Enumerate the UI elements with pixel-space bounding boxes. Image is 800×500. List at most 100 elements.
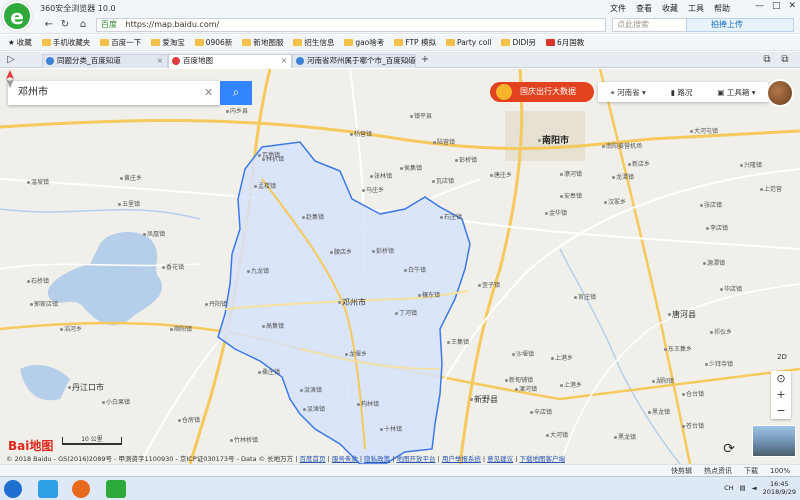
tab-close-icon[interactable]: ×	[157, 55, 163, 67]
network-icon[interactable]: ▤	[740, 484, 746, 492]
place-label[interactable]: 丁河镇	[395, 308, 417, 317]
place-label[interactable]: 上港乡	[551, 353, 573, 362]
browser-logo-icon[interactable]: e	[2, 1, 32, 31]
start-button[interactable]	[4, 480, 22, 498]
place-label[interactable]: 九龙镇	[247, 266, 269, 275]
bookmark-item[interactable]: 0906新	[194, 37, 232, 48]
place-label[interactable]: 金华镇	[545, 208, 567, 217]
place-label[interactable]: 南阳姜营机场	[602, 141, 642, 150]
cloud-upload-button[interactable]: 拍捧上传	[686, 18, 794, 32]
locate-icon[interactable]: ⊙	[771, 371, 791, 387]
place-label[interactable]: 唐河县	[668, 309, 696, 320]
place-label[interactable]: 潦河镇	[560, 169, 582, 178]
volume-icon[interactable]: ◄	[752, 484, 757, 492]
place-label[interactable]: 彭桥镇	[372, 246, 394, 255]
place-label[interactable]: 杨营镇	[350, 129, 372, 138]
place-label[interactable]: 歪子镇	[478, 280, 500, 289]
place-label[interactable]: 祁仪乡	[710, 327, 732, 336]
hot-news-button[interactable]: 热点资讯	[704, 466, 732, 476]
place-label[interactable]: 王集镇	[447, 337, 469, 346]
bookmark-item[interactable]: 新地图服	[242, 37, 283, 48]
place-label[interactable]: 瓦亭镇	[258, 150, 280, 159]
place-label[interactable]: 汲滩镇	[303, 404, 325, 413]
place-label[interactable]: 丹阳镇	[205, 299, 227, 308]
link-download-client[interactable]: 下载地图客户端	[519, 455, 565, 463]
place-label[interactable]: 苍台镇	[682, 421, 704, 430]
place-label[interactable]: 大河屯镇	[690, 126, 718, 135]
place-label[interactable]: 陆营镇	[433, 137, 455, 146]
place-label[interactable]: 仓房镇	[178, 415, 200, 424]
place-label[interactable]: 源潭镇	[703, 258, 725, 267]
user-avatar[interactable]	[766, 79, 794, 107]
place-label[interactable]: 新甸铺镇	[505, 375, 533, 384]
place-label[interactable]: 兴隆镇	[740, 160, 762, 169]
place-label[interactable]: 毕店镇	[720, 284, 742, 293]
bookmark-item[interactable]: 招生信息	[293, 37, 334, 48]
place-label[interactable]: 小白果镇	[102, 397, 130, 406]
place-label[interactable]: 东王集乡	[664, 344, 692, 353]
place-label[interactable]: 内乡县	[226, 106, 248, 115]
menu-favorites[interactable]: 收藏	[662, 3, 678, 14]
place-label[interactable]: 凤凰镇	[143, 229, 165, 238]
place-label[interactable]: 新店乡	[628, 159, 650, 168]
link-report[interactable]: 用户举报系统	[442, 455, 481, 463]
place-label[interactable]: 南阳市	[538, 133, 569, 146]
sidebar-toggle-icon[interactable]: ▷	[4, 53, 18, 67]
new-tab-icon[interactable]: +	[418, 53, 432, 67]
2d-toggle-button[interactable]: 2D	[773, 353, 791, 367]
place-label[interactable]: 镇平县	[410, 111, 432, 120]
place-label[interactable]: 仓台镇	[682, 389, 704, 398]
place-label[interactable]: 唐庄乡	[490, 170, 512, 179]
bookmark-item[interactable]: gao啥考	[344, 37, 384, 48]
place-label[interactable]: 顺阳镇	[170, 324, 192, 333]
download-button[interactable]: 下载	[744, 466, 758, 476]
place-label[interactable]: 汲滩镇	[300, 385, 322, 394]
place-label[interactable]: 湖阳镇	[652, 376, 674, 385]
bookmark-item[interactable]: 爱淘宝	[151, 37, 185, 48]
tab-close-icon[interactable]: ×	[281, 55, 287, 67]
bookmark-item[interactable]: DIDI另	[501, 37, 536, 48]
zoom-level[interactable]: 100%	[770, 467, 790, 475]
place-label[interactable]: 龙堰乡	[345, 349, 367, 358]
menu-view[interactable]: 查看	[636, 3, 652, 14]
zoom-in-button[interactable]: +	[771, 387, 791, 403]
place-label[interactable]: 溧河镇	[515, 384, 537, 393]
place-label[interactable]: 十林镇	[380, 424, 402, 433]
place-label[interactable]: 构林镇	[357, 399, 379, 408]
360-browser-icon[interactable]	[106, 480, 126, 498]
tab-baidu-map[interactable]: 百度地图 ×	[168, 54, 292, 68]
traffic-button[interactable]: ▮ 路况	[671, 87, 693, 98]
place-label[interactable]: 侯集镇	[400, 163, 422, 172]
place-label[interactable]: 黑龙镇	[648, 407, 670, 416]
place-label[interactable]: 瓦店镇	[432, 176, 454, 185]
toolbox-button[interactable]: ▣ 工具箱 ▾	[717, 87, 755, 98]
link-terms[interactable]: 服务条款	[332, 455, 358, 463]
bookmark-item[interactable]: ★ 收藏	[8, 37, 32, 48]
place-label[interactable]: 少拜寺镇	[705, 359, 733, 368]
place-label[interactable]: 辛店镇	[530, 407, 552, 416]
bookmark-item[interactable]: 百度一下	[100, 37, 141, 48]
link-baidu-home[interactable]: 百度首页	[300, 455, 326, 463]
home-icon[interactable]: ⌂	[76, 18, 90, 32]
place-label[interactable]: 白牛镇	[404, 265, 426, 274]
input-language[interactable]: CH	[724, 484, 733, 492]
place-label[interactable]: 安皋镇	[560, 191, 582, 200]
place-label[interactable]: 高集镇	[262, 321, 284, 330]
place-label[interactable]: 丹江口市	[68, 382, 104, 393]
map-search-button[interactable]: ⌕	[220, 81, 252, 105]
place-label[interactable]: 邓州市	[338, 297, 366, 308]
back-icon[interactable]: ←	[42, 18, 56, 32]
place-label[interactable]: 黄庄乡	[120, 173, 142, 182]
menu-file[interactable]: 文件	[610, 3, 626, 14]
place-label[interactable]: 穰东镇	[418, 290, 440, 299]
restore-tab-icon[interactable]: ⧉	[760, 53, 774, 67]
place-label[interactable]: 香花镇	[162, 262, 184, 271]
minimize-icon[interactable]: —	[755, 1, 764, 11]
region-selector[interactable]: ⌖ 河南省 ▾	[611, 87, 646, 98]
close-icon[interactable]: ✕	[788, 1, 796, 11]
maximize-icon[interactable]: □	[772, 1, 781, 11]
menu-tools[interactable]: 工具	[688, 3, 704, 14]
bookmark-item[interactable]: FTP 模拟	[394, 37, 436, 48]
bookmark-item[interactable]: 6月国教	[545, 37, 584, 48]
tab-question-category[interactable]: 同题分类_百度知道 ×	[42, 54, 168, 68]
